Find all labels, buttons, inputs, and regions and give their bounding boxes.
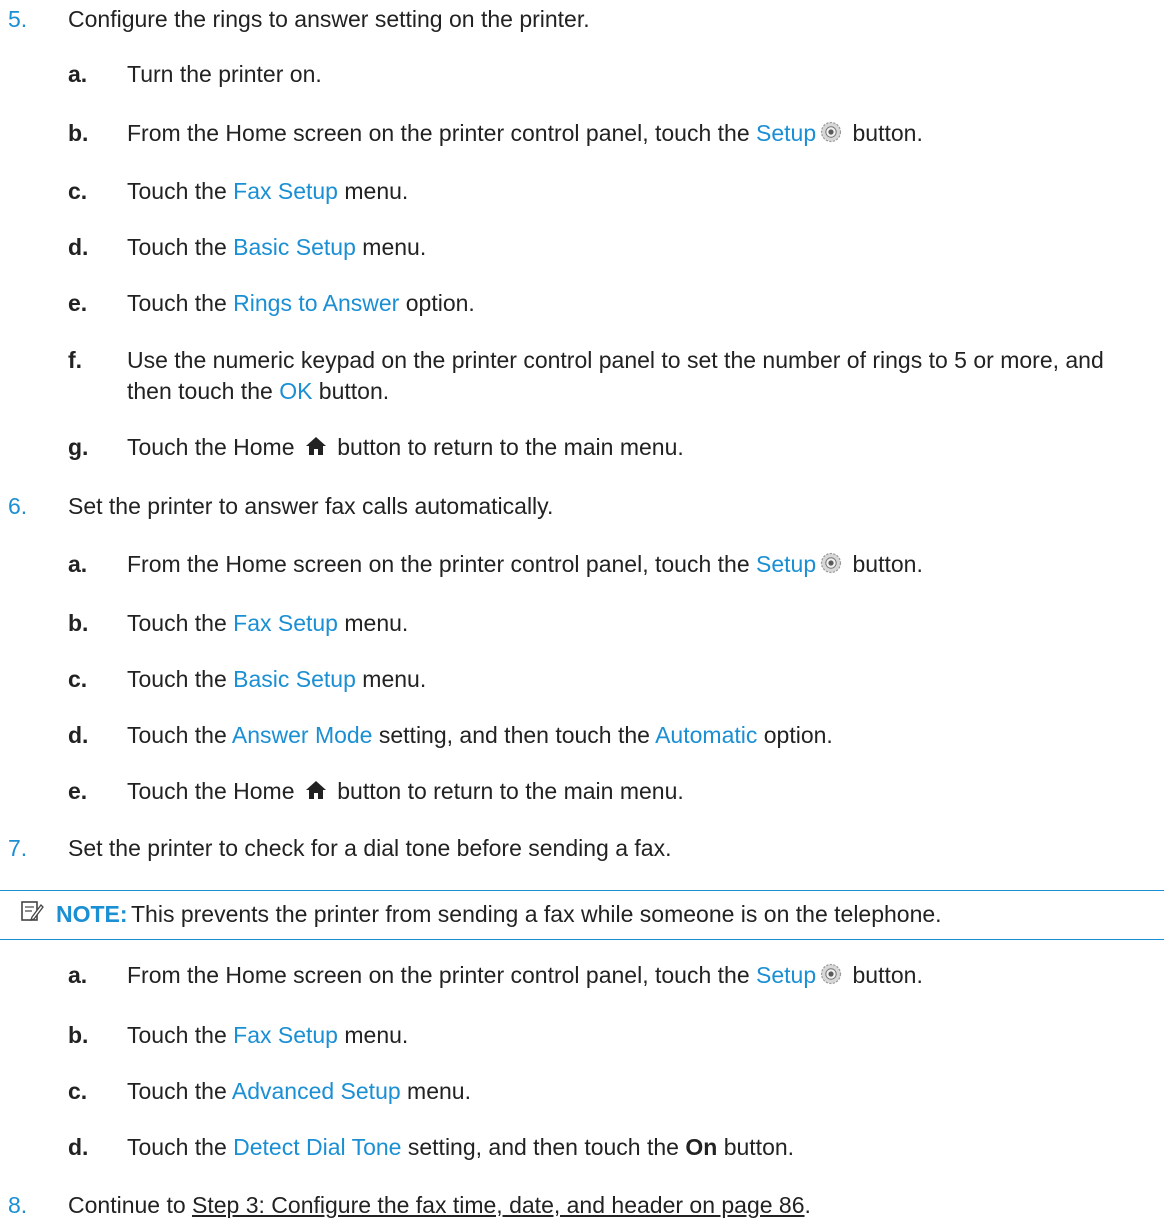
step-text: Set the printer to answer fax calls auto…	[68, 493, 554, 519]
note-top-rule	[0, 890, 1164, 891]
substep-letter: d.	[68, 1134, 89, 1160]
substep-letter: d.	[68, 234, 89, 260]
ui-label-automatic: Automatic	[655, 722, 758, 748]
ui-label-fax-setup: Fax Setup	[233, 1022, 338, 1048]
step-number: 7.	[8, 835, 28, 861]
ui-label-fax-setup: Fax Setup	[233, 178, 338, 204]
substep-letter: b.	[68, 120, 89, 146]
home-icon	[305, 434, 327, 464]
substep-letter: a.	[68, 962, 88, 988]
gear-icon	[820, 962, 842, 992]
substep-text: Touch the Basic Setup menu.	[127, 666, 427, 692]
substep-letter: b.	[68, 610, 89, 636]
note-label: NOTE:	[56, 901, 128, 927]
substep-text: From the Home screen on the printer cont…	[127, 549, 923, 581]
ui-label-answer-mode: Answer Mode	[231, 722, 373, 748]
substep-letter: e.	[68, 290, 88, 316]
substep-letter: e.	[68, 778, 88, 804]
gear-icon	[820, 551, 842, 581]
substep-text: Touch the Basic Setup menu.	[127, 234, 427, 260]
substep-text: Touch the Fax Setup menu.	[127, 1022, 409, 1048]
substep-text: Touch the Answer Mode setting, and then …	[127, 722, 833, 748]
substep-text: then touch the OK button.	[127, 378, 390, 404]
substep-text: Touch the Fax Setup menu.	[127, 610, 409, 636]
cross-reference-link[interactable]: Step 3: Configure the fax time, date, an…	[192, 1192, 805, 1218]
substep-text: Turn the printer on.	[127, 61, 322, 87]
home-icon	[305, 778, 327, 808]
ui-label-ok: OK	[279, 378, 313, 404]
substep-letter: b.	[68, 1022, 89, 1048]
substep-text: Touch the Rings to Answer option.	[127, 290, 475, 316]
ui-label-advanced-setup: Advanced Setup	[231, 1078, 401, 1104]
ui-label-rings-to-answer: Rings to Answer	[233, 290, 400, 316]
ui-label-detect-dial-tone: Detect Dial Tone	[233, 1134, 402, 1160]
substep-text: Touch the Detect Dial Tone setting, and …	[127, 1134, 795, 1160]
step-number: 8.	[8, 1192, 28, 1218]
substep-letter: c.	[68, 178, 88, 204]
step-number: 6.	[8, 493, 28, 519]
substep-text: Touch the Home button to return to the m…	[127, 432, 684, 464]
ui-label-setup: Setup	[756, 962, 817, 988]
ui-label-basic-setup: Basic Setup	[233, 666, 356, 692]
step-number: 5.	[8, 6, 28, 32]
substep-letter: f.	[68, 347, 83, 373]
note-bottom-rule	[0, 939, 1164, 940]
ui-label-basic-setup: Basic Setup	[233, 234, 356, 260]
substep-letter: c.	[68, 1078, 88, 1104]
substep-letter: a.	[68, 551, 88, 577]
substep-text: Touch the Fax Setup menu.	[127, 178, 409, 204]
substep-text: From the Home screen on the printer cont…	[127, 118, 923, 150]
ui-label-fax-setup: Fax Setup	[233, 610, 338, 636]
ui-label-setup: Setup	[756, 551, 817, 577]
substep-letter: g.	[68, 434, 89, 460]
ui-label-on: On	[685, 1134, 718, 1160]
ui-label-setup: Setup	[756, 120, 817, 146]
note-text: This prevents the printer from sending a…	[131, 901, 942, 927]
substep-text: Use the numeric keypad on the printer co…	[127, 347, 1104, 373]
substep-text: From the Home screen on the printer cont…	[127, 960, 923, 992]
substep-letter: a.	[68, 61, 88, 87]
step-text: Configure the rings to answer setting on…	[68, 6, 590, 32]
substep-text: Touch the Advanced Setup menu.	[127, 1078, 471, 1104]
note-icon	[20, 899, 44, 930]
step-text: Set the printer to check for a dial tone…	[68, 835, 672, 861]
gear-icon	[820, 120, 842, 150]
substep-letter: d.	[68, 722, 89, 748]
substep-letter: c.	[68, 666, 88, 692]
step-text: Continue to Step 3: Configure the fax ti…	[68, 1192, 811, 1218]
substep-text: Touch the Home button to return to the m…	[127, 776, 684, 808]
